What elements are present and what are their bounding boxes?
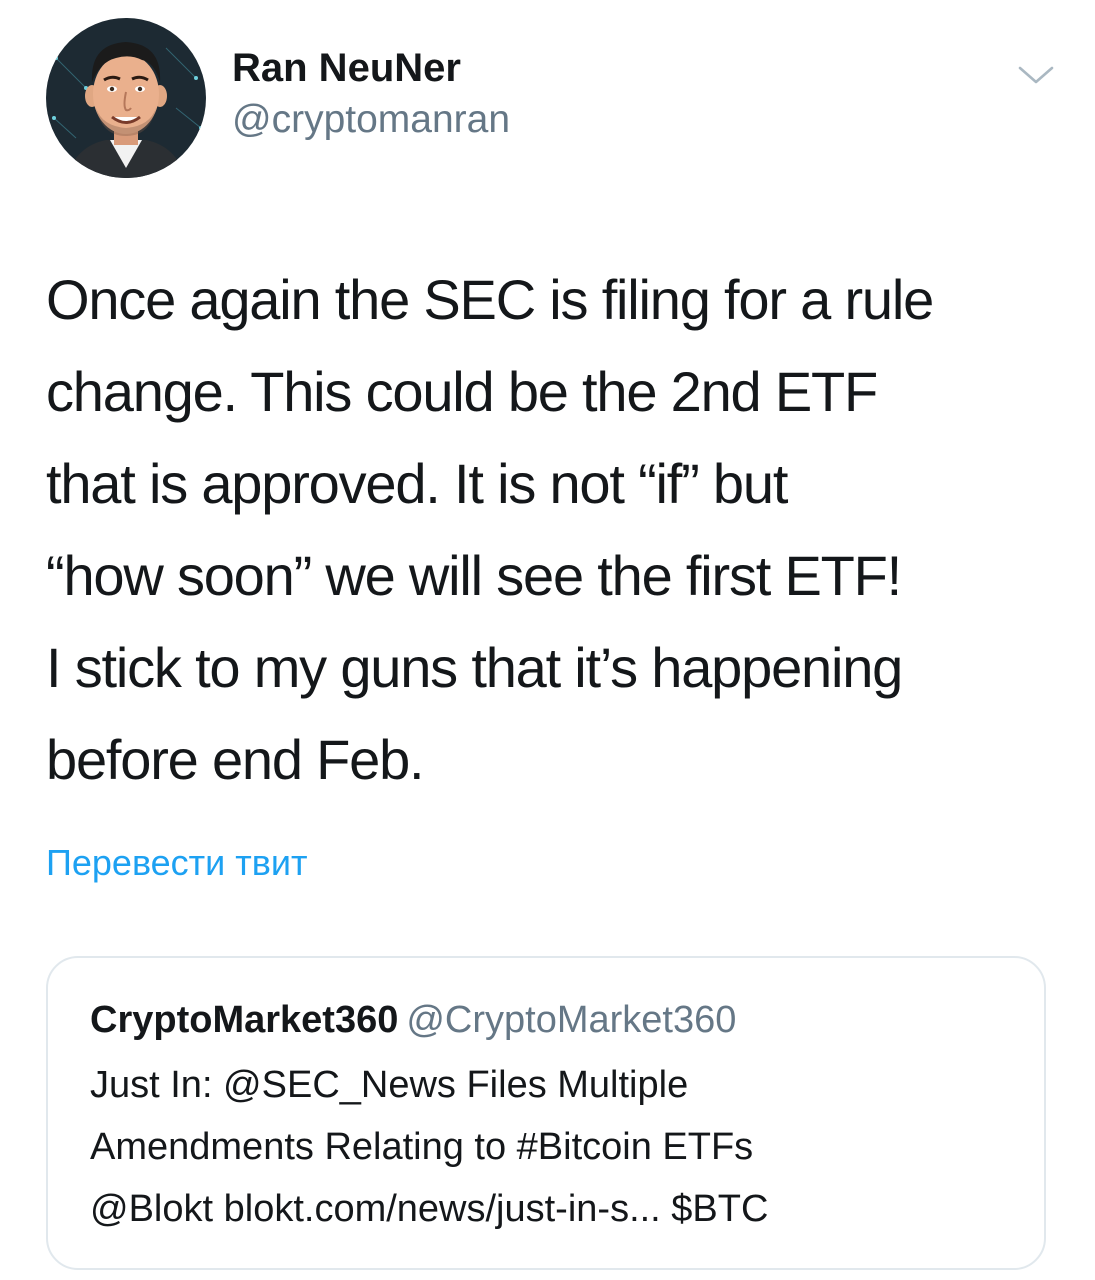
tweet-text-line: change. This could be the 2nd ETF (46, 360, 878, 423)
author-display-name[interactable]: Ran NeuNer (232, 42, 510, 94)
tweet-text-line: “how soon” we will see the first ETF! (46, 544, 902, 607)
quoted-text-line: @Blokt blokt.com/news/just-in-s... $BTC (90, 1188, 769, 1230)
author-info: Ran NeuNer @cryptomanran (232, 42, 510, 146)
tweet: Ran NeuNer @cryptomanran Once again the … (0, 0, 1095, 1280)
translate-tweet-link[interactable]: Перевести твит (46, 838, 308, 888)
quoted-handle: @CryptoMarket360 (406, 999, 737, 1041)
quoted-display-name: CryptoMarket360 (90, 999, 399, 1041)
tweet-text-line: Once again the SEC is filing for a rule (46, 268, 934, 331)
chevron-down-icon[interactable] (1016, 60, 1056, 90)
quoted-tweet-header: CryptoMarket360 @CryptoMarket360 (90, 992, 736, 1056)
author-handle[interactable]: @cryptomanran (232, 94, 510, 146)
tweet-text-line: before end Feb. (46, 728, 425, 791)
quoted-text-line: Just In: @SEC_News Files Multiple (90, 1064, 689, 1106)
quoted-tweet-text: Just In: @SEC_News Files Multiple Amendm… (90, 1054, 1030, 1240)
quoted-text-line: Amendments Relating to #Bitcoin ETFs (90, 1126, 754, 1168)
quoted-tweet-card[interactable]: CryptoMarket360 @CryptoMarket360 Just In:… (46, 956, 1046, 1270)
tweet-text: Once again the SEC is filing for a rule … (46, 254, 1076, 806)
avatar[interactable] (46, 18, 206, 178)
tweet-text-line: I stick to my guns that it’s happening (46, 636, 903, 699)
avatar-illustration (46, 18, 206, 178)
tweet-text-line: that is approved. It is not “if” but (46, 452, 788, 515)
